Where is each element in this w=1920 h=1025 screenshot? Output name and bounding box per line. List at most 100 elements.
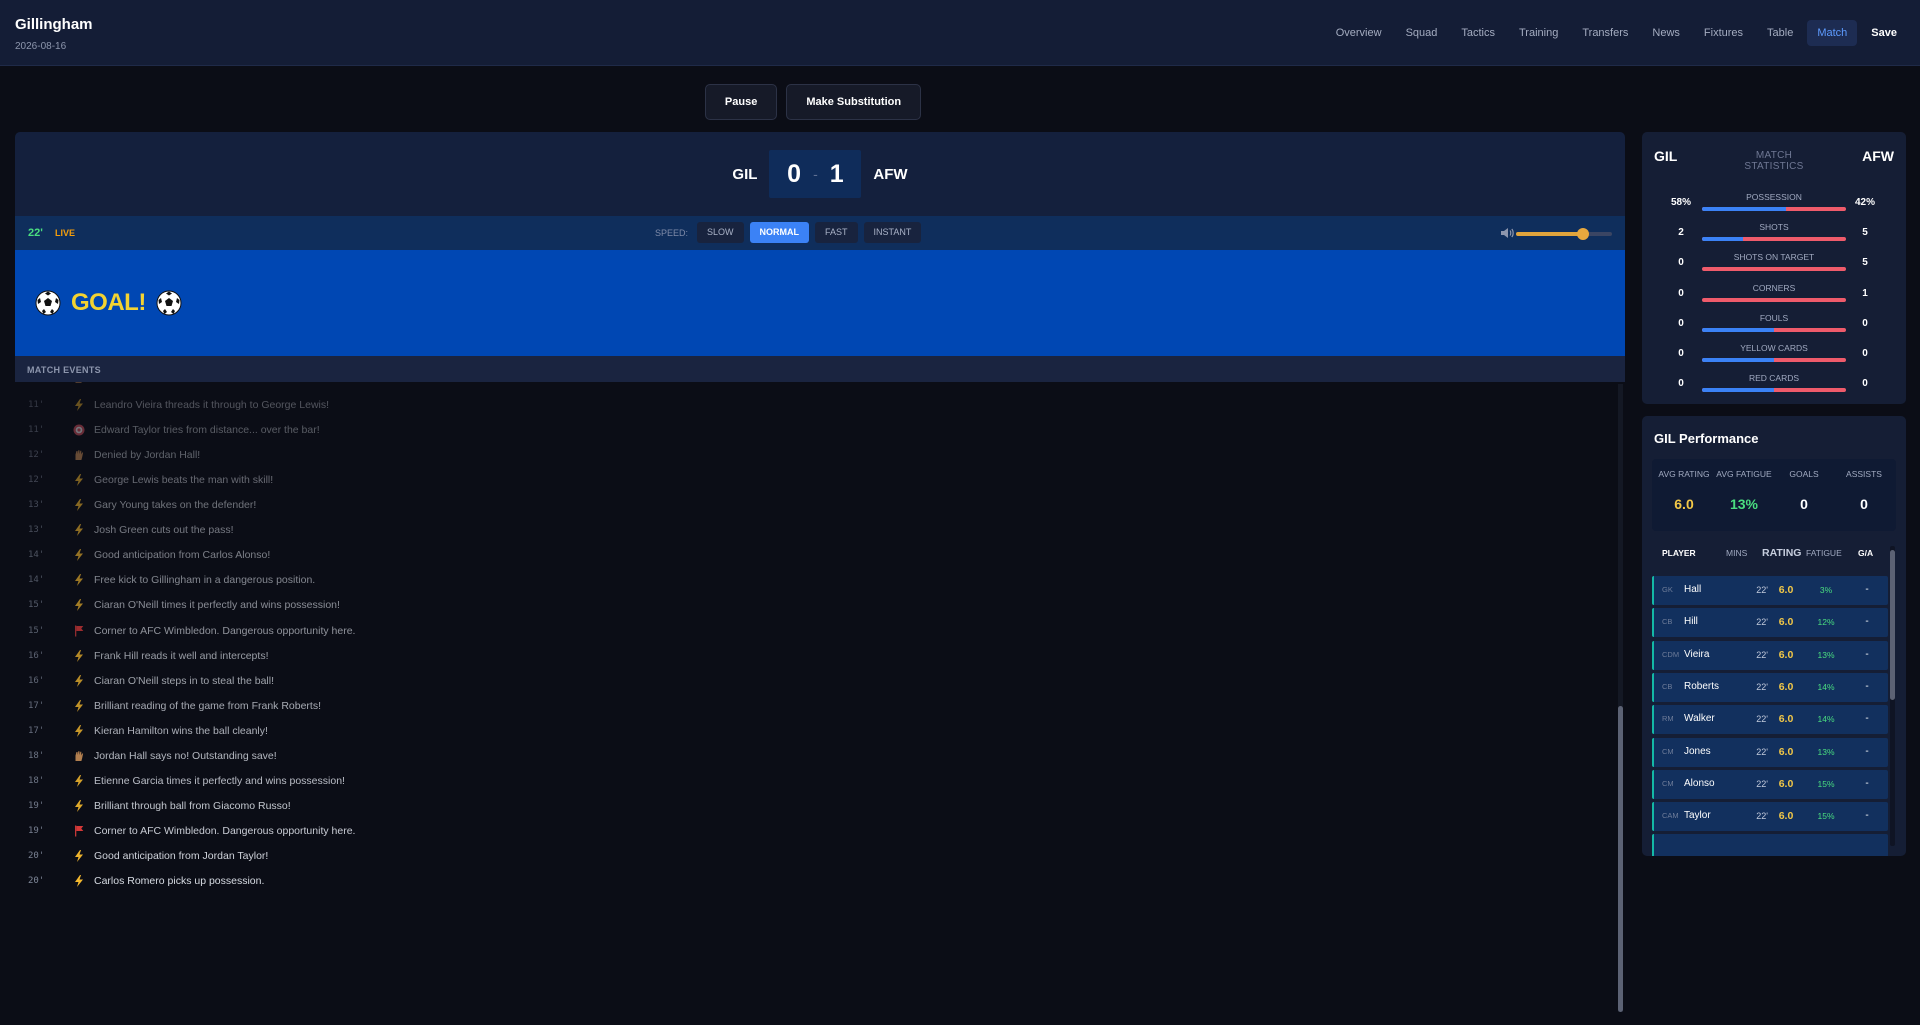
stats-home-code: GIL <box>1654 148 1678 164</box>
event-text: Edward Taylor tries from distance... ove… <box>94 424 320 437</box>
stat-bar <box>1702 207 1846 211</box>
event-minute: 20' <box>28 850 45 861</box>
speed-fast-button[interactable]: FAST <box>815 222 858 243</box>
player-mins: 22' <box>1756 811 1768 822</box>
stat-bar <box>1702 237 1846 242</box>
make-substitution-button[interactable]: Make Substitution <box>786 84 922 120</box>
bolt-icon <box>75 649 83 662</box>
match-events-list[interactable]: 11' Leandro Vieira threads it through to … <box>15 382 1625 1012</box>
live-badge: LIVE <box>55 228 76 238</box>
nav-training[interactable]: Training <box>1509 20 1568 46</box>
speed-label: SPEED: <box>655 227 689 238</box>
avg-fatigue-value: 13% <box>1729 496 1759 512</box>
stat-row-yellow-cards: 0 YELLOW CARDS 0 <box>1642 343 1906 365</box>
match-panel: GIL 0 - 1 AFW 22' LIVE SPEED: SLOW NORMAL… <box>15 132 1625 382</box>
player-fatigue: 15% <box>1817 811 1835 822</box>
col-ga[interactable]: G/A <box>1858 548 1873 558</box>
player-ga: - <box>1865 680 1869 692</box>
player-row[interactable]: CDM Vieira 22' 6.0 13% - <box>1652 640 1888 670</box>
player-ga: - <box>1865 810 1869 822</box>
home-team-code: GIL <box>732 165 758 183</box>
speed-normal-button[interactable]: NORMAL <box>749 222 810 243</box>
score-box: 0 - 1 <box>769 150 862 198</box>
event-row: 15' Ciaran O'Neill times it perfectly and… <box>15 596 1605 616</box>
nav-match[interactable]: Match <box>1807 20 1858 46</box>
speed-slow-button[interactable]: SLOW <box>697 222 744 243</box>
event-row: 12' Denied by Jordan Hall! <box>15 446 1605 466</box>
player-fatigue: 13% <box>1817 746 1835 757</box>
assists-stat: ASSISTS 0 <box>1834 468 1894 512</box>
player-ga: - <box>1865 584 1869 595</box>
bolt-icon <box>75 574 83 587</box>
stat-bar-home <box>1702 207 1786 211</box>
nav-fixtures[interactable]: Fixtures <box>1694 20 1753 46</box>
football-icon <box>35 290 61 316</box>
player-rating: 6.0 <box>1778 584 1794 596</box>
nav-news[interactable]: News <box>1642 20 1690 46</box>
player-name: Walker <box>1684 713 1715 725</box>
event-text: Brilliant reading of the game from Frank… <box>94 699 322 712</box>
goals-value: 0 <box>1800 496 1808 512</box>
event-row: 17' Brilliant reading of the game from Fr… <box>15 697 1605 717</box>
event-minute: 19' <box>28 825 45 836</box>
nav-save[interactable]: Save <box>1861 20 1907 46</box>
stat-bar-home <box>1702 237 1744 242</box>
volume-slider[interactable] <box>1516 228 1612 240</box>
event-row: 12' George Lewis beats the man with skill… <box>15 471 1605 491</box>
event-row: 14' Free kick to Gillingham in a dangerou… <box>15 571 1605 591</box>
volume-slider-thumb[interactable] <box>1577 228 1590 240</box>
events-scrollbar[interactable] <box>1618 384 1623 1012</box>
stat-row-possession: 58% POSSESSION 42% <box>1642 192 1906 214</box>
event-text: Ciaran O'Neill steps in to steal the bal… <box>94 674 275 687</box>
player-ga: - <box>1865 745 1869 757</box>
player-row[interactable]: CM Jones 22' 6.0 13% - <box>1652 737 1888 767</box>
player-position: CM <box>1662 778 1674 788</box>
event-minute: 15' <box>28 625 45 636</box>
player-row[interactable]: CB Hill 22' 6.0 12% - <box>1652 608 1888 638</box>
bolt-icon <box>75 875 83 887</box>
avg-rating-stat: AVG RATING 6.0 <box>1654 468 1714 512</box>
player-row-clipped[interactable] <box>1652 834 1888 856</box>
col-rating[interactable]: RATING <box>1762 547 1801 559</box>
player-row[interactable]: GK Hall 22' 6.0 3% - <box>1652 576 1888 605</box>
event-text: Etienne Garcia times it perfectly and wi… <box>94 774 345 787</box>
nav-squad[interactable]: Squad <box>1396 20 1448 46</box>
player-name: Hill <box>1684 616 1698 628</box>
player-fatigue: 15% <box>1817 778 1835 789</box>
player-row[interactable]: RM Walker 22' 6.0 14% - <box>1652 705 1888 735</box>
speed-instant-button[interactable]: INSTANT <box>863 222 922 243</box>
nav-transfers[interactable]: Transfers <box>1572 20 1638 46</box>
target-icon <box>73 424 85 436</box>
col-mins[interactable]: MINS <box>1726 548 1747 558</box>
col-fatigue[interactable]: FATIGUE <box>1806 548 1842 558</box>
volume-icon[interactable] <box>1499 225 1515 241</box>
nav-overview[interactable]: Overview <box>1326 20 1392 46</box>
player-mins: 22' <box>1756 714 1768 725</box>
player-mins: 22' <box>1756 681 1768 692</box>
bolt-icon <box>75 549 83 562</box>
glove-icon <box>75 382 82 383</box>
player-position: GK <box>1662 585 1673 594</box>
avg-fatigue-stat: AVG FATIGUE 13% <box>1714 468 1774 512</box>
events-scrollbar-thumb[interactable] <box>1618 706 1623 1012</box>
stat-bar-home <box>1702 358 1774 362</box>
goal-text: GOAL! <box>71 289 146 316</box>
player-ga: - <box>1865 616 1869 628</box>
stat-home-value: 2 <box>1678 227 1684 239</box>
nav-tactics[interactable]: Tactics <box>1451 20 1505 46</box>
player-row[interactable]: CB Roberts 22' 6.0 14% - <box>1652 672 1888 702</box>
player-row[interactable]: CAM Taylor 22' 6.0 15% - <box>1652 802 1888 832</box>
pause-button[interactable]: Pause <box>704 84 778 120</box>
stat-away-value: 0 <box>1862 378 1868 390</box>
stat-name: YELLOW CARDS <box>1740 343 1808 353</box>
stat-bar <box>1702 388 1846 393</box>
stat-bar-home <box>1702 327 1774 332</box>
score-separator: - <box>813 166 818 182</box>
player-fatigue: 3% <box>1819 585 1833 595</box>
player-table-scrollbar-thumb[interactable] <box>1890 550 1895 700</box>
player-row[interactable]: CM Alonso 22' 6.0 15% - <box>1652 769 1888 799</box>
nav-table[interactable]: Table <box>1757 20 1803 46</box>
player-ga: - <box>1865 713 1869 725</box>
col-player[interactable]: PLAYER <box>1662 548 1696 558</box>
player-table-scrollbar[interactable] <box>1890 546 1895 846</box>
